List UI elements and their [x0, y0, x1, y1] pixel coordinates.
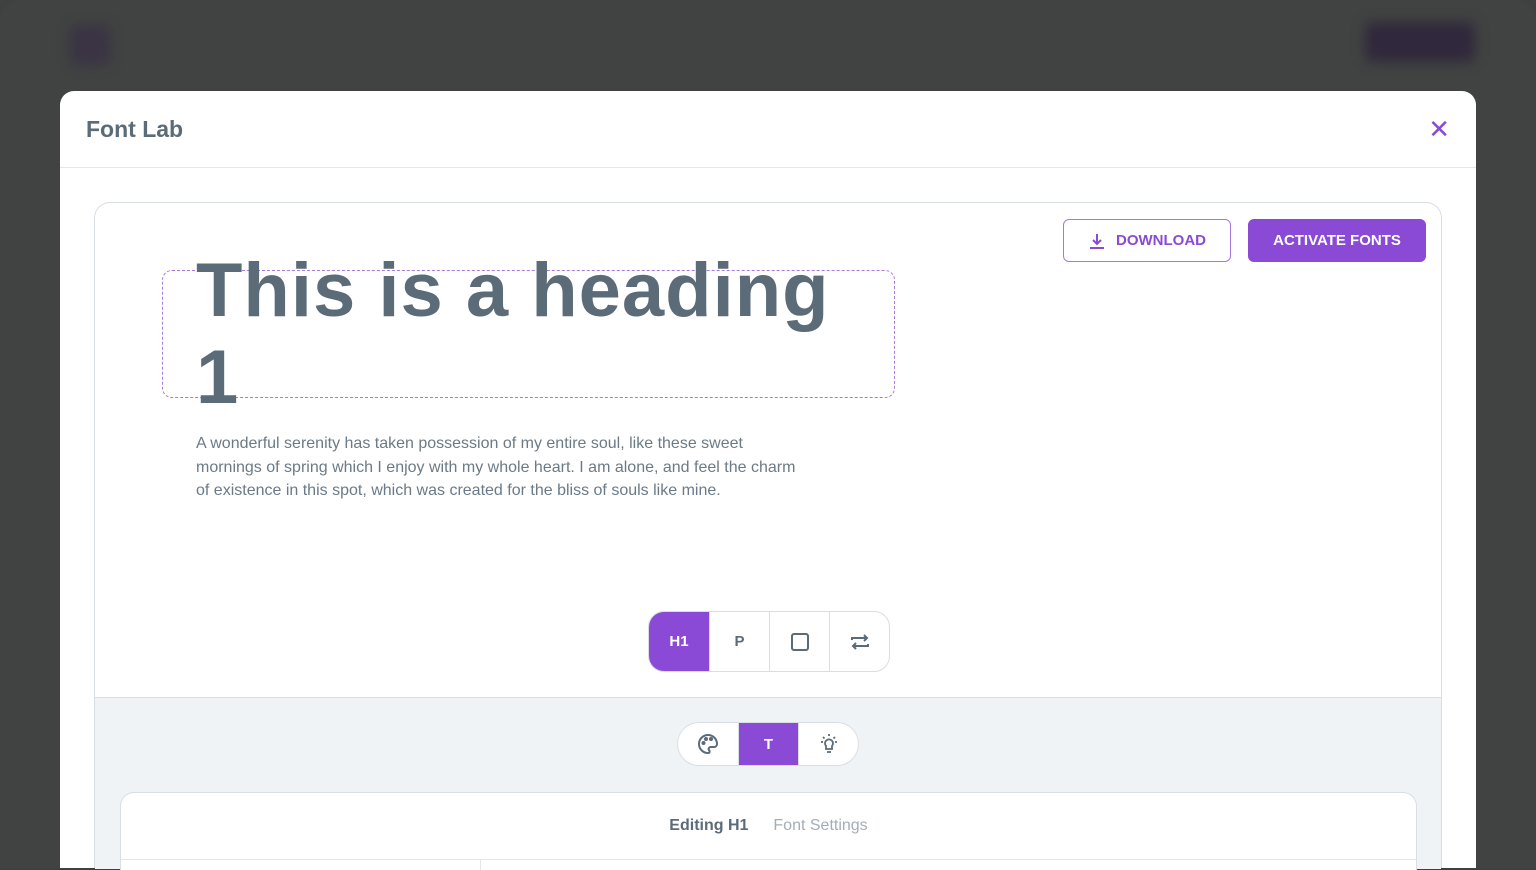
close-icon[interactable]: ✕	[1428, 114, 1450, 145]
swap-icon	[850, 633, 869, 650]
lightbulb-icon	[820, 734, 837, 753]
download-button[interactable]: DOWNLOAD	[1063, 219, 1231, 262]
mode-selector: T	[677, 722, 859, 766]
color-mode-button[interactable]	[678, 723, 738, 765]
settings-panel: T Editing H1 Font Settings	[95, 697, 1441, 870]
font-lab-modal: Font Lab ✕ DOWNLOAD ACTIVATE FONTS This …	[60, 91, 1476, 870]
blurred-logo	[70, 25, 110, 65]
activate-fonts-button[interactable]: ACTIVATE FONTS	[1248, 219, 1426, 262]
heading-text: This is a heading 1	[196, 248, 830, 420]
box-button[interactable]	[769, 612, 829, 671]
blurred-button	[1365, 22, 1475, 62]
preview-card: DOWNLOAD ACTIVATE FONTS This is a headin…	[94, 202, 1442, 870]
paragraph-preview[interactable]: A wonderful serenity has taken possessio…	[196, 432, 806, 503]
palette-icon	[698, 733, 719, 755]
download-icon	[1090, 233, 1104, 249]
download-label: DOWNLOAD	[1116, 232, 1206, 249]
p-button[interactable]: P	[709, 612, 769, 671]
square-icon	[790, 632, 809, 651]
tab-editing-h1[interactable]: Editing H1	[669, 817, 748, 835]
typography-mode-button[interactable]: T	[738, 723, 798, 765]
h1-button[interactable]: H1	[649, 612, 709, 671]
element-selector: H1 P	[648, 611, 890, 672]
heading-preview[interactable]: This is a heading 1	[162, 248, 895, 420]
modal-header: Font Lab ✕	[60, 91, 1476, 168]
editor-card: Editing H1 Font Settings	[120, 792, 1417, 870]
modal-title: Font Lab	[86, 115, 184, 142]
idea-mode-button[interactable]	[798, 723, 858, 765]
tab-font-settings[interactable]: Font Settings	[773, 817, 867, 835]
swap-button[interactable]	[829, 612, 889, 671]
divider	[480, 860, 481, 870]
